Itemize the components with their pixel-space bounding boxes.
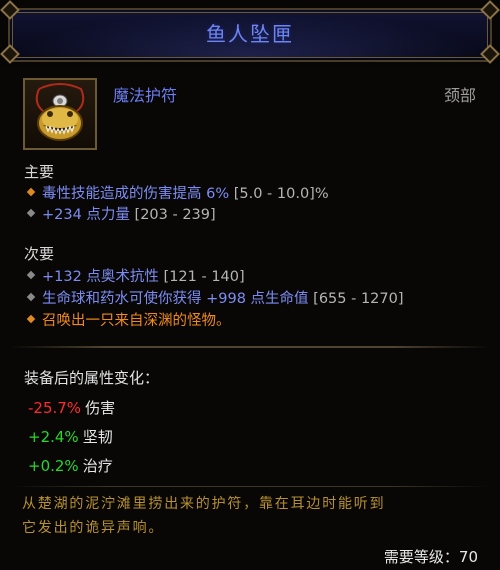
- section-divider: [10, 346, 490, 348]
- item-icon-frame: [23, 78, 97, 150]
- affix-bullet: [26, 208, 36, 218]
- stat-change-value: +2.4%: [28, 428, 79, 446]
- affix-secondary-3: 召唤出一只来自深渊的怪物。: [26, 309, 231, 329]
- item-type: 魔法护符: [113, 86, 178, 105]
- affix-bullet: [26, 187, 36, 197]
- affix-text: 召唤出一只来自深渊的怪物。: [42, 313, 231, 329]
- affix-bullet: [26, 314, 36, 324]
- item-name: 鱼人坠匣: [206, 22, 294, 46]
- affix-range: [203 - 239]: [134, 207, 216, 223]
- affix-text: +234 点力量: [42, 207, 130, 223]
- primary-label: 主要: [24, 163, 55, 181]
- flavor-text: 从楚湖的泥泞滩里捞出来的护符，靠在耳边时能听到 它发出的诡异声响。: [22, 492, 482, 540]
- flavor-line-1: 从楚湖的泥泞滩里捞出来的护符，靠在耳边时能听到: [22, 496, 386, 512]
- stat-change-title: 装备后的属性变化：: [24, 369, 160, 387]
- affix-primary-1: 毒性技能造成的伤害提高 6% [5.0 - 10.0]%: [26, 182, 329, 202]
- item-slot: 颈部: [443, 86, 476, 105]
- affix-bullet: [26, 270, 36, 280]
- stat-change-row: +0.2% 治疗: [28, 455, 113, 476]
- affix-secondary-1: +132 点奥术抗性 [121 - 140]: [26, 265, 245, 285]
- affix-range: [655 - 1270]: [313, 291, 404, 307]
- secondary-label: 次要: [24, 245, 55, 263]
- affix-text: 生命球和药水可使你获得 +998 点生命值: [42, 291, 309, 307]
- flavor-line-2: 它发出的诡异声响。: [22, 520, 165, 536]
- stat-change-name: 坚韧: [82, 428, 113, 446]
- required-level: 需要等级：70: [383, 548, 478, 566]
- stat-change-value: -25.7%: [28, 399, 82, 417]
- fishman-amulet-icon: [35, 83, 85, 141]
- affix-secondary-2: 生命球和药水可使你获得 +998 点生命值 [655 - 1270]: [26, 287, 404, 307]
- stat-change-name: 治疗: [82, 457, 113, 475]
- affix-range: [5.0 - 10.0]%: [233, 186, 329, 202]
- stat-change-row: +2.4% 坚韧: [28, 426, 113, 447]
- stat-change-row: -25.7% 伤害: [28, 397, 115, 418]
- tooltip-header: 鱼人坠匣: [0, 0, 500, 66]
- affix-primary-2: +234 点力量 [203 - 239]: [26, 203, 216, 223]
- affix-bullet: [26, 292, 36, 302]
- affix-text: 毒性技能造成的伤害提高 6%: [42, 186, 230, 202]
- affix-range: [121 - 140]: [163, 269, 245, 285]
- stat-change-name: 伤害: [85, 399, 116, 417]
- item-tooltip: 鱼人坠匣 魔法护符 颈部 主要 毒性技能造成的伤害提高 6% [5.0 - 10…: [0, 0, 500, 570]
- stat-change-value: +0.2%: [28, 457, 79, 475]
- flavor-divider: [10, 486, 490, 487]
- affix-text: +132 点奥术抗性: [42, 269, 159, 285]
